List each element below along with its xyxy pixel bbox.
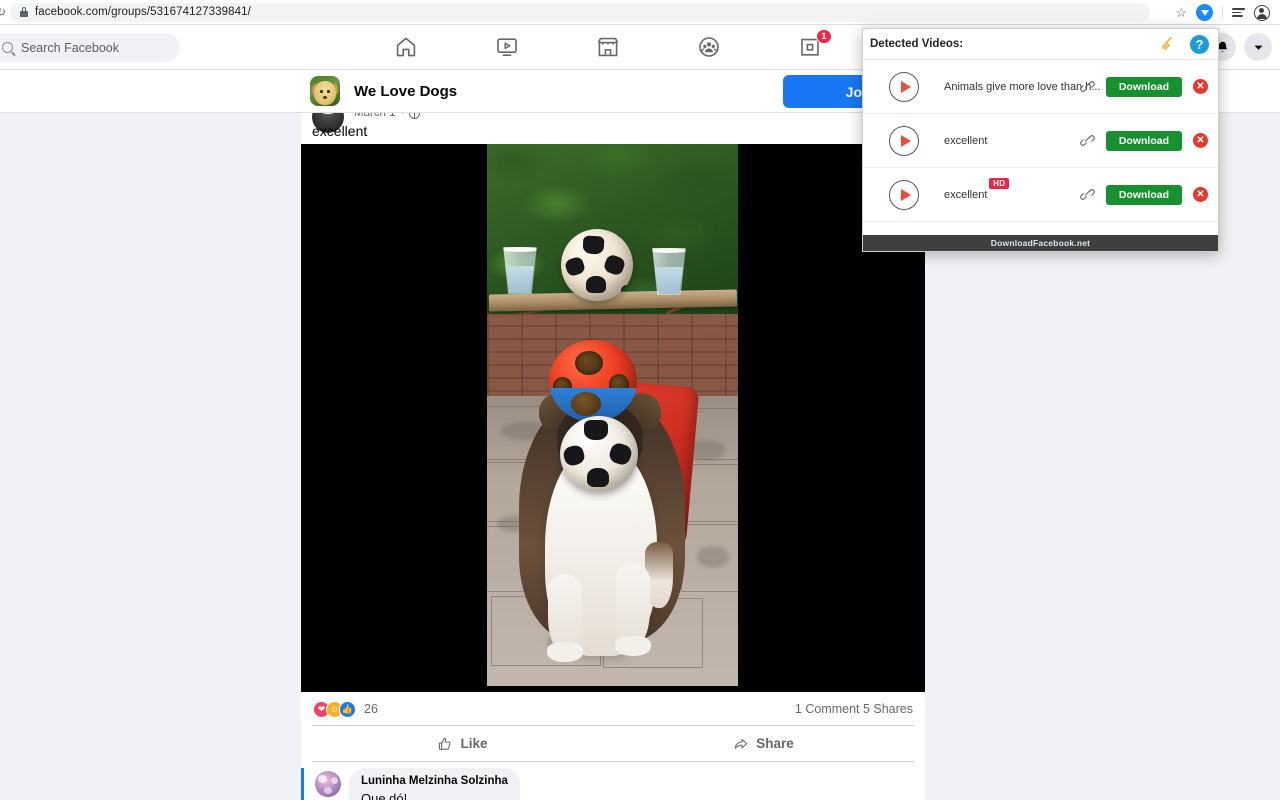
detected-video-row: Animals give more love than h... Downloa…	[863, 60, 1218, 114]
post-video-player[interactable]	[301, 144, 925, 692]
video-frame	[487, 144, 738, 686]
nav-tab-groups[interactable]	[680, 25, 738, 69]
reading-list-icon[interactable]	[1232, 8, 1245, 17]
dog-paw-left	[547, 642, 583, 662]
like-reaction-icon: 👍	[339, 700, 356, 718]
popup-title: Detected Videos:	[870, 38, 964, 50]
commenter-avatar[interactable]	[315, 771, 341, 797]
help-question-icon[interactable]: ?	[1190, 34, 1209, 54]
video-downloader-popup: Detected Videos: ? Animals give more lov…	[862, 28, 1219, 252]
search-icon	[2, 42, 13, 53]
thumbs-up-icon	[439, 737, 451, 750]
download-button[interactable]: Download	[1105, 130, 1182, 151]
broom-clear-icon[interactable]	[1158, 35, 1176, 53]
globe-icon	[409, 113, 421, 119]
lock-icon	[20, 7, 28, 17]
search-placeholder: Search Facebook	[21, 40, 119, 55]
reaction-summary-row: ❤ ☺ 👍 26 1 Comment 5 Shares	[301, 693, 925, 725]
hd-badge: HD	[989, 177, 1010, 189]
download-button[interactable]: Download	[1105, 76, 1182, 97]
groups-people-icon	[698, 37, 719, 57]
share-button-label: Share	[756, 736, 794, 751]
chain-link-icon[interactable]	[1080, 134, 1095, 147]
post-text: excellent	[312, 123, 368, 139]
download-button[interactable]: Download	[1105, 184, 1182, 205]
play-circle-icon[interactable]	[889, 179, 919, 210]
comment-text: Que dó!	[361, 790, 408, 800]
post-date: March 1	[354, 113, 396, 119]
group-name[interactable]: We Love Dogs	[354, 83, 457, 100]
chevron-down-icon	[1253, 45, 1263, 50]
comment-item: Luninha Melzinha Solzinha Que dó! Like ·…	[312, 768, 914, 800]
post-card: March 1 · excellent ❤ ☺ 👍 26 1 Comment 5…	[301, 113, 925, 800]
video-letterbox-left	[301, 144, 487, 686]
comment-bubble: Luninha Melzinha Solzinha Que dó!	[349, 768, 520, 800]
popup-header: Detected Videos: ?	[863, 29, 1218, 60]
like-button[interactable]: Like	[312, 726, 613, 761]
video-title: Animals give more love than h...	[944, 80, 1101, 93]
chain-link-icon[interactable]	[1080, 188, 1095, 201]
detected-video-row: excellent Download ✕	[863, 114, 1218, 168]
watch-video-icon	[496, 38, 517, 56]
search-input[interactable]: Search Facebook	[0, 33, 180, 62]
nav-tabs: 1	[355, 25, 860, 69]
like-button-label: Like	[460, 736, 488, 751]
detected-video-row: excellent HD Download ✕	[863, 168, 1218, 222]
popup-footer: DownloadFacebook.net	[863, 235, 1218, 251]
comment-author[interactable]: Luninha Melzinha Solzinha	[361, 774, 508, 790]
account-menu-button[interactable]	[1244, 33, 1272, 61]
soccer-ball-on-plank	[561, 229, 633, 301]
share-arrow-icon	[734, 738, 748, 749]
popup-footer-text: DownloadFacebook.net	[990, 238, 1091, 248]
reaction-pills[interactable]: ❤ ☺ 👍 26	[313, 700, 378, 718]
nav-tab-home[interactable]	[377, 25, 435, 69]
video-downloader-extension-icon[interactable]	[1196, 4, 1213, 21]
url-text: facebook.com/groups/531674127339841/	[35, 6, 251, 18]
post-meta: March 1 ·	[354, 113, 421, 119]
share-button[interactable]: Share	[613, 726, 914, 761]
profile-avatar-icon[interactable]	[1254, 4, 1270, 21]
dog-front-leg-right	[616, 564, 650, 646]
toolbar-divider	[1222, 5, 1223, 20]
video-title: excellent HD	[944, 177, 1010, 201]
remove-x-icon[interactable]: ✕	[1193, 79, 1208, 94]
video-title-text: excellent	[944, 188, 988, 201]
nav-tab-marketplace[interactable]	[579, 25, 637, 69]
star-icon[interactable]: ☆	[1175, 6, 1187, 19]
reaction-count[interactable]: 26	[364, 702, 378, 716]
play-circle-icon[interactable]	[889, 71, 919, 102]
nav-tab-gaming[interactable]: 1	[781, 25, 839, 69]
play-circle-icon[interactable]	[889, 125, 919, 156]
comment-highlight-bar	[301, 768, 304, 800]
remove-x-icon[interactable]: ✕	[1193, 187, 1208, 202]
marketplace-store-icon	[597, 37, 618, 57]
soccer-ball-on-chest	[560, 416, 638, 492]
toy-ball-on-head	[549, 340, 637, 422]
post-action-row: Like Share	[312, 725, 914, 762]
address-bar[interactable]: facebook.com/groups/531674127339841/	[10, 2, 1150, 22]
group-avatar[interactable]	[310, 76, 340, 106]
nav-tab-watch[interactable]	[478, 25, 536, 69]
browser-nav-arrows[interactable]: ↻	[0, 0, 6, 25]
gaming-badge: 1	[816, 29, 832, 44]
dog-front-leg-left	[548, 574, 582, 652]
remove-x-icon[interactable]: ✕	[1193, 133, 1208, 148]
home-icon	[396, 37, 415, 57]
dog-paw-right	[615, 636, 651, 656]
browser-toolbar: ↻ facebook.com/groups/531674127339841/ ☆	[0, 0, 1280, 25]
chain-link-icon[interactable]	[1080, 80, 1095, 93]
comments-shares-count[interactable]: 1 Comment 5 Shares	[795, 702, 913, 716]
video-title: excellent	[944, 134, 988, 147]
